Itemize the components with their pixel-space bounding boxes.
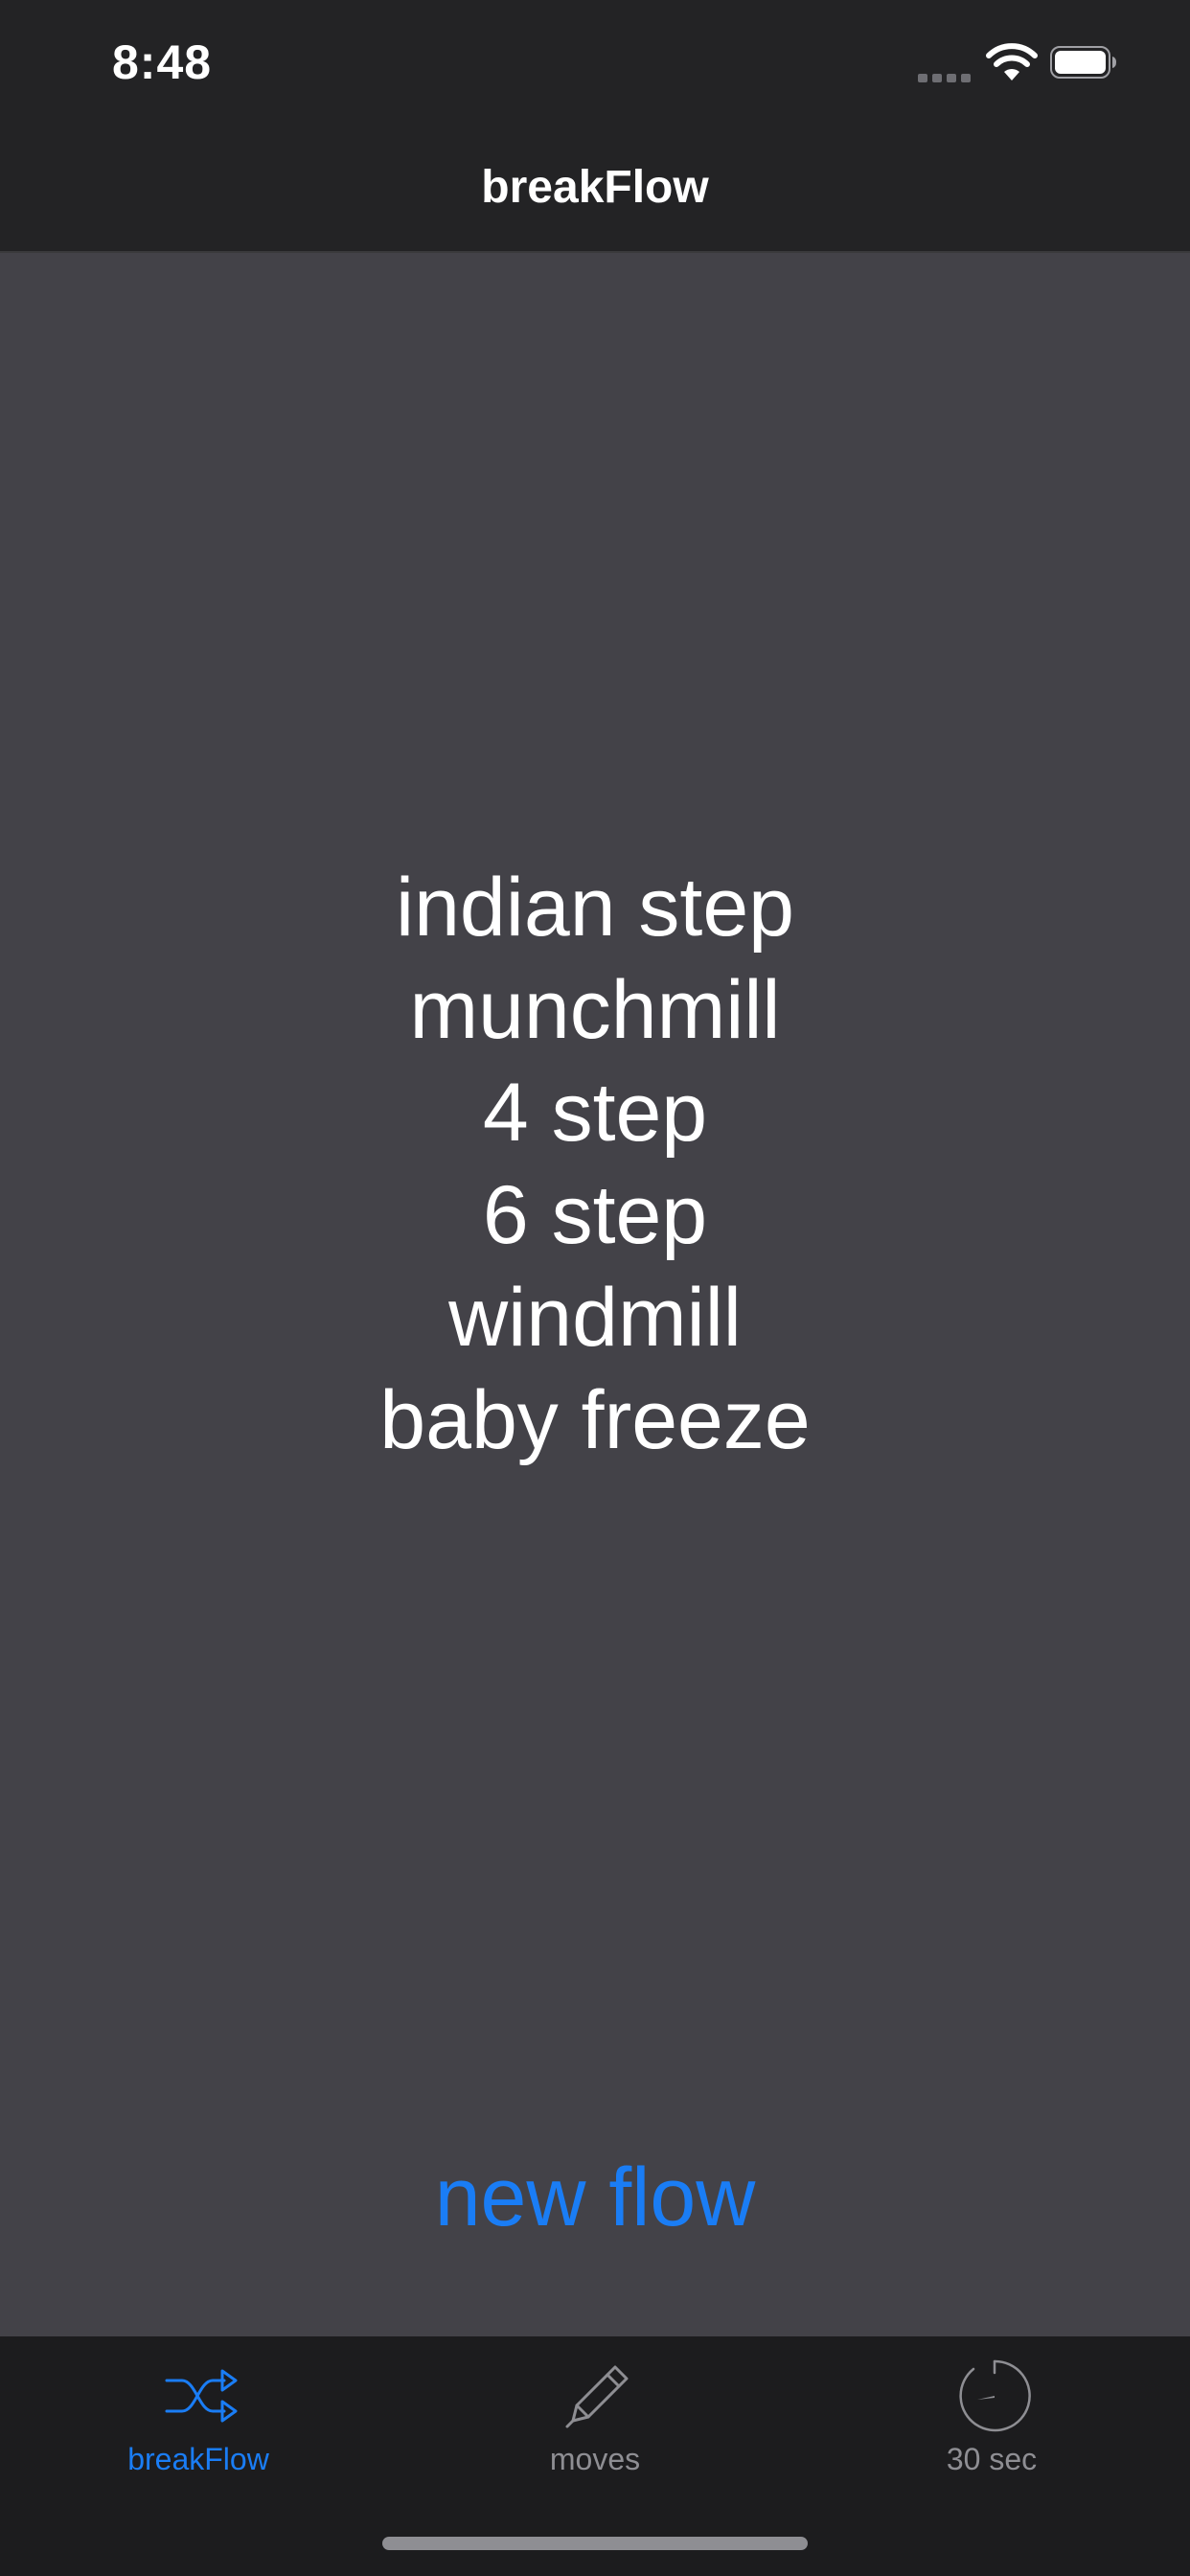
tab-label: moves [549,2442,641,2476]
pencil-icon [565,2365,629,2428]
new-flow-button[interactable]: new flow [0,2150,1190,2245]
status-bar: 8:48 [0,0,1190,126]
status-time: 8:48 [112,35,213,89]
page-title: breakFlow [481,162,709,213]
move-item: indian step [396,862,794,954]
shuffle-icon [165,2369,238,2423]
cellular-signal-icon [918,71,973,82]
flow-view: indian step munchmill 4 step 6 step wind… [0,253,1190,2336]
move-item: 6 step [482,1169,708,1261]
timer-icon [959,2359,1031,2432]
move-item: munchmill [409,964,781,1056]
moves-list: indian step munchmill 4 step 6 step wind… [0,857,1190,1472]
tab-label: 30 sec [946,2442,1038,2476]
move-item: baby freeze [379,1374,811,1466]
move-item: windmill [448,1272,742,1364]
move-item: 4 step [482,1067,708,1159]
home-indicator[interactable] [382,2537,808,2550]
battery-icon [1050,46,1116,79]
wifi-icon [986,43,1038,80]
tab-label: breakFlow [127,2442,269,2476]
tab-moves[interactable]: moves [397,2336,793,2499]
tab-breakflow[interactable]: breakFlow [0,2336,397,2499]
navigation-bar: breakFlow [0,126,1190,253]
tab-30-sec[interactable]: 30 sec [793,2336,1190,2499]
